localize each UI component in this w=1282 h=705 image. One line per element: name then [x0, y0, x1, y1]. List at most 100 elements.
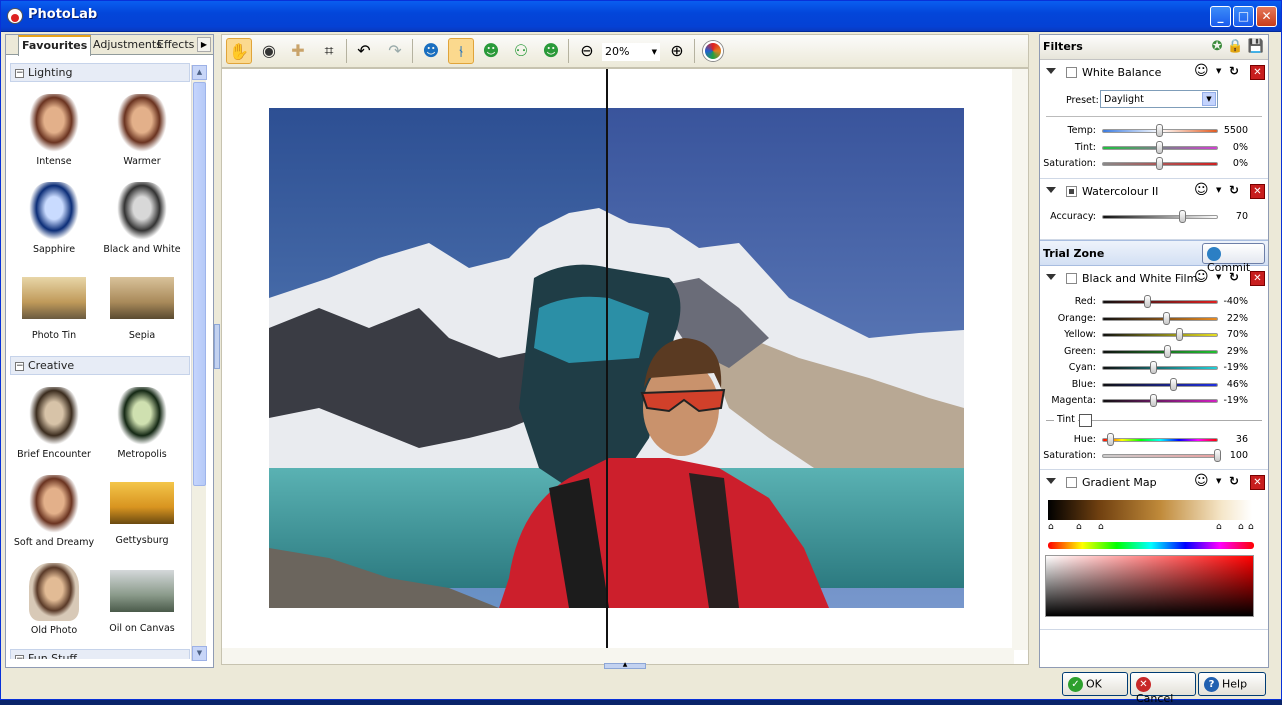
maximize-button[interactable]: □	[1233, 6, 1254, 27]
tab-scroll-right-icon[interactable]: ▶	[197, 37, 211, 52]
preset-item[interactable]: Gettysburg	[98, 469, 186, 557]
slider-track[interactable]	[1102, 333, 1218, 337]
slider-track[interactable]	[1102, 437, 1218, 442]
mask-icon[interactable]: ☺	[1194, 63, 1209, 79]
reset-icon[interactable]: ↻	[1229, 474, 1239, 488]
reset-icon[interactable]: ↻	[1229, 64, 1239, 78]
slider-track[interactable]	[1102, 349, 1218, 354]
slider-track[interactable]	[1102, 316, 1218, 321]
preset-item[interactable]: Warmer	[98, 88, 186, 176]
preset-item[interactable]: Photo Tin	[10, 264, 98, 352]
preset-item[interactable]: Sepia	[98, 264, 186, 352]
split-side-icon[interactable]: ⚇	[508, 38, 534, 64]
red-eye-icon[interactable]: ◉	[256, 38, 282, 64]
collapse-icon[interactable]: −	[15, 68, 24, 78]
mask-icon[interactable]: ☺	[1194, 182, 1209, 198]
collapse-left-icon[interactable]	[214, 324, 220, 369]
before-after-divider[interactable]	[606, 69, 608, 666]
collapse-triangle-icon[interactable]	[1046, 186, 1056, 193]
section-header-lighting[interactable]: − Lighting	[10, 63, 190, 82]
slider-thumb[interactable]	[1144, 295, 1152, 308]
slider-thumb[interactable]	[1156, 140, 1163, 154]
slider-thumb[interactable]	[1179, 209, 1187, 223]
remove-filter-icon[interactable]: ✕	[1250, 271, 1265, 286]
split-stack-icon[interactable]: ☻	[538, 38, 564, 64]
slider-thumb[interactable]	[1150, 361, 1158, 374]
collapse-triangle-icon[interactable]	[1046, 68, 1056, 74]
filter-enable-checkbox[interactable]	[1066, 476, 1077, 488]
scroll-up-icon[interactable]: ▲	[192, 65, 207, 80]
gradient-preview[interactable]	[1048, 499, 1252, 520]
cancel-button[interactable]: ✕Cancel	[1130, 672, 1196, 705]
zoom-in-icon[interactable]: ⊕	[664, 38, 690, 64]
gradient-stops[interactable]: ⌂ ⌂ ⌂ ⌂ ⌂ ⌂	[1048, 522, 1258, 534]
slider-track[interactable]	[1102, 366, 1218, 370]
preset-item[interactable]: Soft and Dreamy	[10, 469, 98, 557]
chevron-down-icon[interactable]: ▼	[652, 48, 657, 56]
preset-item[interactable]: Sapphire	[10, 176, 98, 264]
split-vertical-icon[interactable]: ⫮	[448, 38, 474, 64]
filter-enable-checkbox[interactable]	[1066, 67, 1077, 78]
slider-thumb[interactable]	[1162, 311, 1170, 325]
slider-thumb[interactable]	[1107, 432, 1115, 446]
slider-track[interactable]	[1102, 382, 1218, 387]
chevron-down-icon[interactable]: ▼	[1216, 477, 1221, 485]
filter-enable-checkbox[interactable]	[1066, 273, 1077, 284]
reset-icon[interactable]: ↻	[1229, 270, 1239, 284]
preset-select[interactable]: Daylight ▼	[1100, 90, 1218, 108]
preset-item[interactable]: Metropolis	[98, 381, 186, 469]
healing-icon[interactable]: ✚	[285, 38, 311, 64]
ok-button[interactable]: ✓ OK	[1062, 672, 1128, 696]
help-button[interactable]: ? Help	[1198, 672, 1266, 696]
person-icon[interactable]: ☻	[418, 38, 444, 64]
preset-item[interactable]: Brief Encounter	[10, 381, 98, 469]
slider-track[interactable]	[1102, 300, 1218, 304]
section-header-fun-stuff[interactable]: − Fun Stuff	[10, 649, 190, 659]
chevron-down-icon[interactable]: ▼	[1216, 273, 1221, 281]
stop-marker-icon[interactable]: ⌂	[1098, 522, 1104, 532]
left-splitter[interactable]	[214, 34, 220, 668]
zoom-out-icon[interactable]: ⊖	[574, 38, 600, 64]
lock-icon[interactable]: 🔒	[1227, 39, 1243, 54]
split-horizontal-icon[interactable]: ☻	[478, 38, 504, 64]
stop-marker-icon[interactable]: ⌂	[1248, 522, 1254, 532]
mask-icon[interactable]: ☺	[1194, 473, 1209, 489]
tint-checkbox[interactable]	[1079, 413, 1092, 427]
chevron-down-icon[interactable]: ▼	[1216, 67, 1221, 75]
crop-icon[interactable]: ⌗	[316, 38, 342, 64]
stop-marker-icon[interactable]: ⌂	[1076, 522, 1082, 532]
photo-preview[interactable]	[269, 108, 964, 608]
scroll-down-icon[interactable]: ▼	[192, 646, 207, 661]
remove-filter-icon[interactable]: ✕	[1250, 65, 1265, 80]
slider-thumb[interactable]	[1164, 344, 1172, 358]
chevron-down-icon[interactable]: ▼	[1216, 186, 1221, 194]
stop-marker-icon[interactable]: ⌂	[1048, 522, 1054, 532]
mask-icon[interactable]: ☺	[1194, 269, 1209, 285]
collapse-triangle-icon[interactable]	[1046, 274, 1056, 280]
preset-item[interactable]: Old Photo	[10, 557, 98, 645]
slider-thumb[interactable]	[1156, 124, 1163, 137]
filter-enable-checkbox[interactable]	[1066, 185, 1077, 197]
preset-list-scrollbar[interactable]: ▲ ▼	[191, 65, 207, 661]
collapse-icon[interactable]: −	[15, 361, 24, 371]
canvas-vertical-scrollbar[interactable]	[1012, 69, 1028, 650]
slider-track[interactable]	[1102, 454, 1218, 458]
close-button[interactable]: ✕	[1256, 6, 1277, 27]
minimize-button[interactable]: _	[1210, 6, 1231, 27]
tab-effects[interactable]: Effects	[154, 36, 197, 55]
stop-marker-icon[interactable]: ⌂	[1216, 522, 1222, 532]
collapse-icon[interactable]: −	[15, 654, 24, 659]
section-header-creative[interactable]: − Creative	[10, 356, 190, 375]
image-canvas[interactable]	[221, 68, 1029, 666]
save-icon[interactable]: 💾	[1248, 39, 1264, 54]
chevron-down-icon[interactable]: ▼	[1202, 92, 1216, 106]
hand-icon[interactable]: ✋	[226, 38, 252, 64]
scrollbar-thumb[interactable]	[193, 82, 206, 486]
canvas-horizontal-scrollbar[interactable]	[222, 648, 1014, 664]
slider-thumb[interactable]	[1175, 328, 1183, 341]
slider-thumb[interactable]	[1169, 377, 1177, 391]
preset-item[interactable]: Intense	[10, 88, 98, 176]
hue-strip[interactable]	[1048, 541, 1254, 549]
undo-icon[interactable]: ↶	[351, 38, 377, 64]
tab-favourites[interactable]: Favourites	[18, 35, 92, 56]
